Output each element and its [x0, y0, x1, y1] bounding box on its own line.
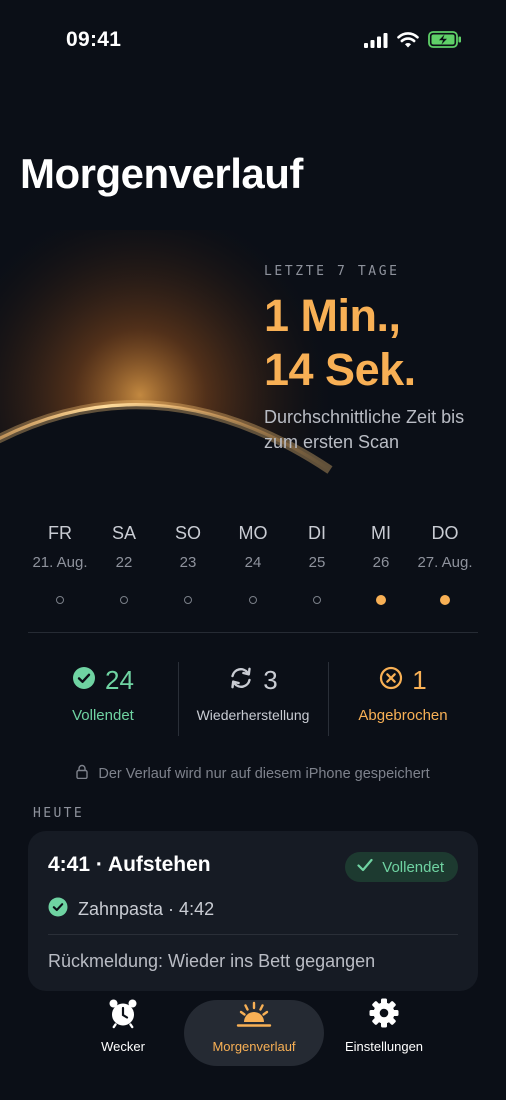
day-status-dot-active: [376, 595, 386, 605]
tab-morgenverlauf-icon-wrap: [184, 1000, 324, 1034]
privacy-note: Der Verlauf wird nur auf diesem iPhone g…: [0, 764, 506, 783]
stats-description: Durchschnittliche Zeit bis zum ersten Sc…: [264, 407, 465, 452]
summary-completed-top: 24: [28, 662, 178, 698]
summary-recovery[interactable]: 3 Wiederherstellung: [178, 662, 328, 738]
day-date: 27. Aug.: [417, 554, 473, 571]
tab-wecker-icon-wrap: [53, 997, 193, 1034]
hero-section: LETZTE 7 TAGE 1 Min., 14 Sek. Durchschni…: [0, 230, 506, 490]
recovery-count: 3: [263, 664, 278, 695]
tab-wecker[interactable]: Wecker: [53, 997, 193, 1066]
recovery-label: Wiederherstellung: [196, 707, 310, 723]
section-label-today: HEUTE: [33, 806, 85, 821]
checkmark-icon: [357, 858, 373, 876]
refresh-icon: [228, 666, 254, 695]
battery-charging-icon: [428, 31, 462, 53]
tab-morgenverlauf-label: Morgenverlauf: [212, 1039, 296, 1054]
alarm-clock-icon: [107, 997, 139, 1034]
tab-einstellungen-icon-wrap: [314, 997, 454, 1034]
entry-title: 4:41 · Aufstehen: [48, 853, 211, 876]
task-row: Zahnpasta · 4:42: [48, 897, 214, 922]
today-entry-card[interactable]: 4:41 · Aufstehen Vollendet Zahnpasta · 4…: [28, 831, 478, 991]
day-status-dot: [184, 596, 192, 604]
status-time: 09:41: [66, 28, 122, 51]
day-status-dot: [313, 596, 321, 604]
summary-aborted[interactable]: 1 Abgebrochen: [328, 662, 478, 738]
page-title: Morgenverlauf: [20, 150, 303, 197]
status-badge: Vollendet: [345, 852, 458, 882]
week-strip: FR 21. Aug. SA 22 SO 23 MO 24 DI 25 MI 2…: [28, 520, 478, 610]
cellular-signal-icon: [364, 32, 388, 53]
feedback-text: Rückmeldung: Wieder ins Bett gegangen: [48, 951, 376, 971]
completed-label: Vollendet: [72, 707, 134, 724]
stats-average-time: 1 Min., 14 Sek.: [264, 289, 500, 397]
tab-einstellungen[interactable]: Einstellungen: [314, 997, 454, 1066]
day-status-dot: [120, 596, 128, 604]
divider: [28, 632, 478, 633]
wifi-icon: [397, 31, 419, 53]
task-label: Zahnpasta · 4:42: [78, 899, 215, 919]
status-badge-label: Vollendet: [382, 858, 444, 876]
x-circle-icon: [379, 666, 403, 695]
status-icons: [364, 31, 462, 53]
aborted-label: Abgebrochen: [358, 707, 448, 724]
stats-block: LETZTE 7 TAGE 1 Min., 14 Sek. Durchschni…: [264, 264, 500, 455]
summary-stats: 24 Vollendet 3 Wiederherstellung 1 Abgeb…: [28, 662, 478, 738]
status-bar: 09:41: [0, 0, 506, 84]
gear-icon: [368, 997, 400, 1034]
tab-wecker-label: Wecker: [101, 1039, 145, 1054]
card-divider: [48, 934, 458, 935]
aborted-count: 1: [412, 664, 427, 695]
tab-einstellungen-label: Einstellungen: [344, 1039, 424, 1054]
stats-value-line1: 1 Min.,: [264, 290, 401, 341]
summary-aborted-top: 1: [328, 662, 478, 698]
day-status-dot: [56, 596, 64, 604]
stats-caption: LETZTE 7 TAGE: [264, 264, 400, 279]
completed-count: 24: [105, 664, 134, 695]
summary-completed[interactable]: 24 Vollendet: [28, 662, 178, 738]
tab-morgenverlauf[interactable]: Morgenverlauf: [184, 1000, 324, 1066]
privacy-text: Der Verlauf wird nur auf diesem iPhone g…: [98, 765, 430, 782]
day-column[interactable]: DO 27. Aug.: [405, 520, 485, 605]
day-status-dot: [249, 596, 257, 604]
check-circle-icon: [72, 666, 96, 695]
tab-bar: Wecker Morgenverlauf Einstellungen: [28, 990, 478, 1100]
sunrise-icon: [235, 1001, 273, 1034]
stats-value-line2: 14 Sek.: [264, 344, 416, 395]
check-circle-icon: [48, 897, 68, 922]
lock-icon: [76, 764, 89, 783]
day-status-dot-active: [440, 595, 450, 605]
summary-recovery-top: 3: [178, 662, 328, 698]
day-name: DO: [431, 523, 459, 543]
